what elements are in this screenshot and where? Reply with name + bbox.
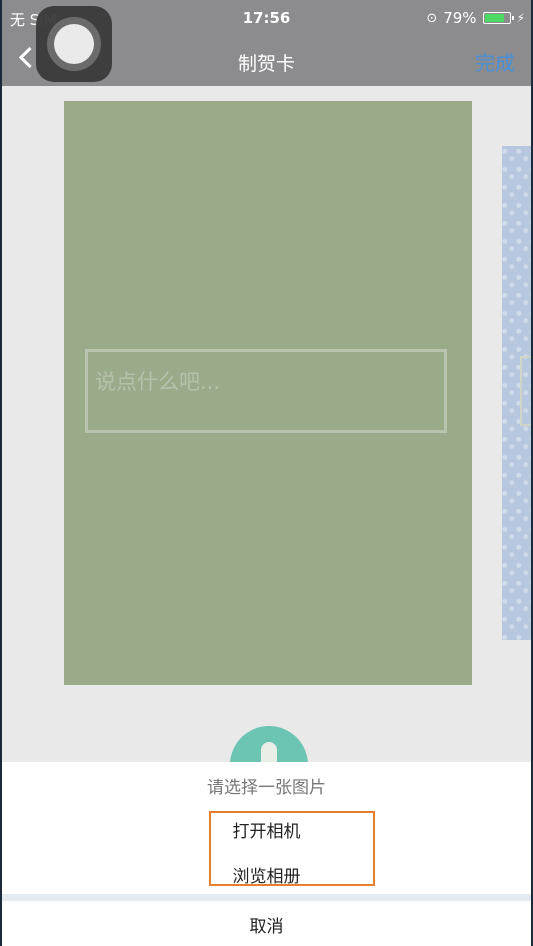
sheet-title: 请选择一张图片	[207, 778, 326, 798]
battery-level-fill	[484, 14, 504, 22]
sheet-divider	[2, 894, 531, 901]
charging-icon: ⚡	[516, 11, 525, 25]
message-placeholder: 说点什么吧...	[95, 370, 221, 394]
next-card-template[interactable]	[502, 146, 531, 640]
next-card-message-box	[520, 356, 531, 426]
assistive-touch-core-icon	[54, 24, 94, 64]
status-right: ⊙ 79% ⚡	[426, 9, 525, 27]
cancel-button[interactable]: 取消	[2, 912, 531, 937]
rotation-lock-icon: ⊙	[426, 10, 438, 26]
battery-icon	[482, 12, 514, 24]
image-picker-sheet: 请选择一张图片 打开相机 浏览相册 取消	[2, 762, 531, 946]
app-screen: 无 SIM 17:56 ⊙ 79% ⚡ 制贺卡 完成 说点什么吧... 请选择一…	[2, 0, 531, 946]
browse-album-option[interactable]: 浏览相册	[2, 862, 531, 887]
done-button[interactable]: 完成	[475, 47, 515, 76]
open-camera-option[interactable]: 打开相机	[2, 817, 531, 842]
greeting-card[interactable]: 说点什么吧...	[64, 101, 472, 685]
assistive-touch-button[interactable]	[36, 6, 112, 82]
message-input[interactable]: 说点什么吧...	[85, 349, 447, 433]
battery-percent: 79%	[443, 9, 477, 27]
